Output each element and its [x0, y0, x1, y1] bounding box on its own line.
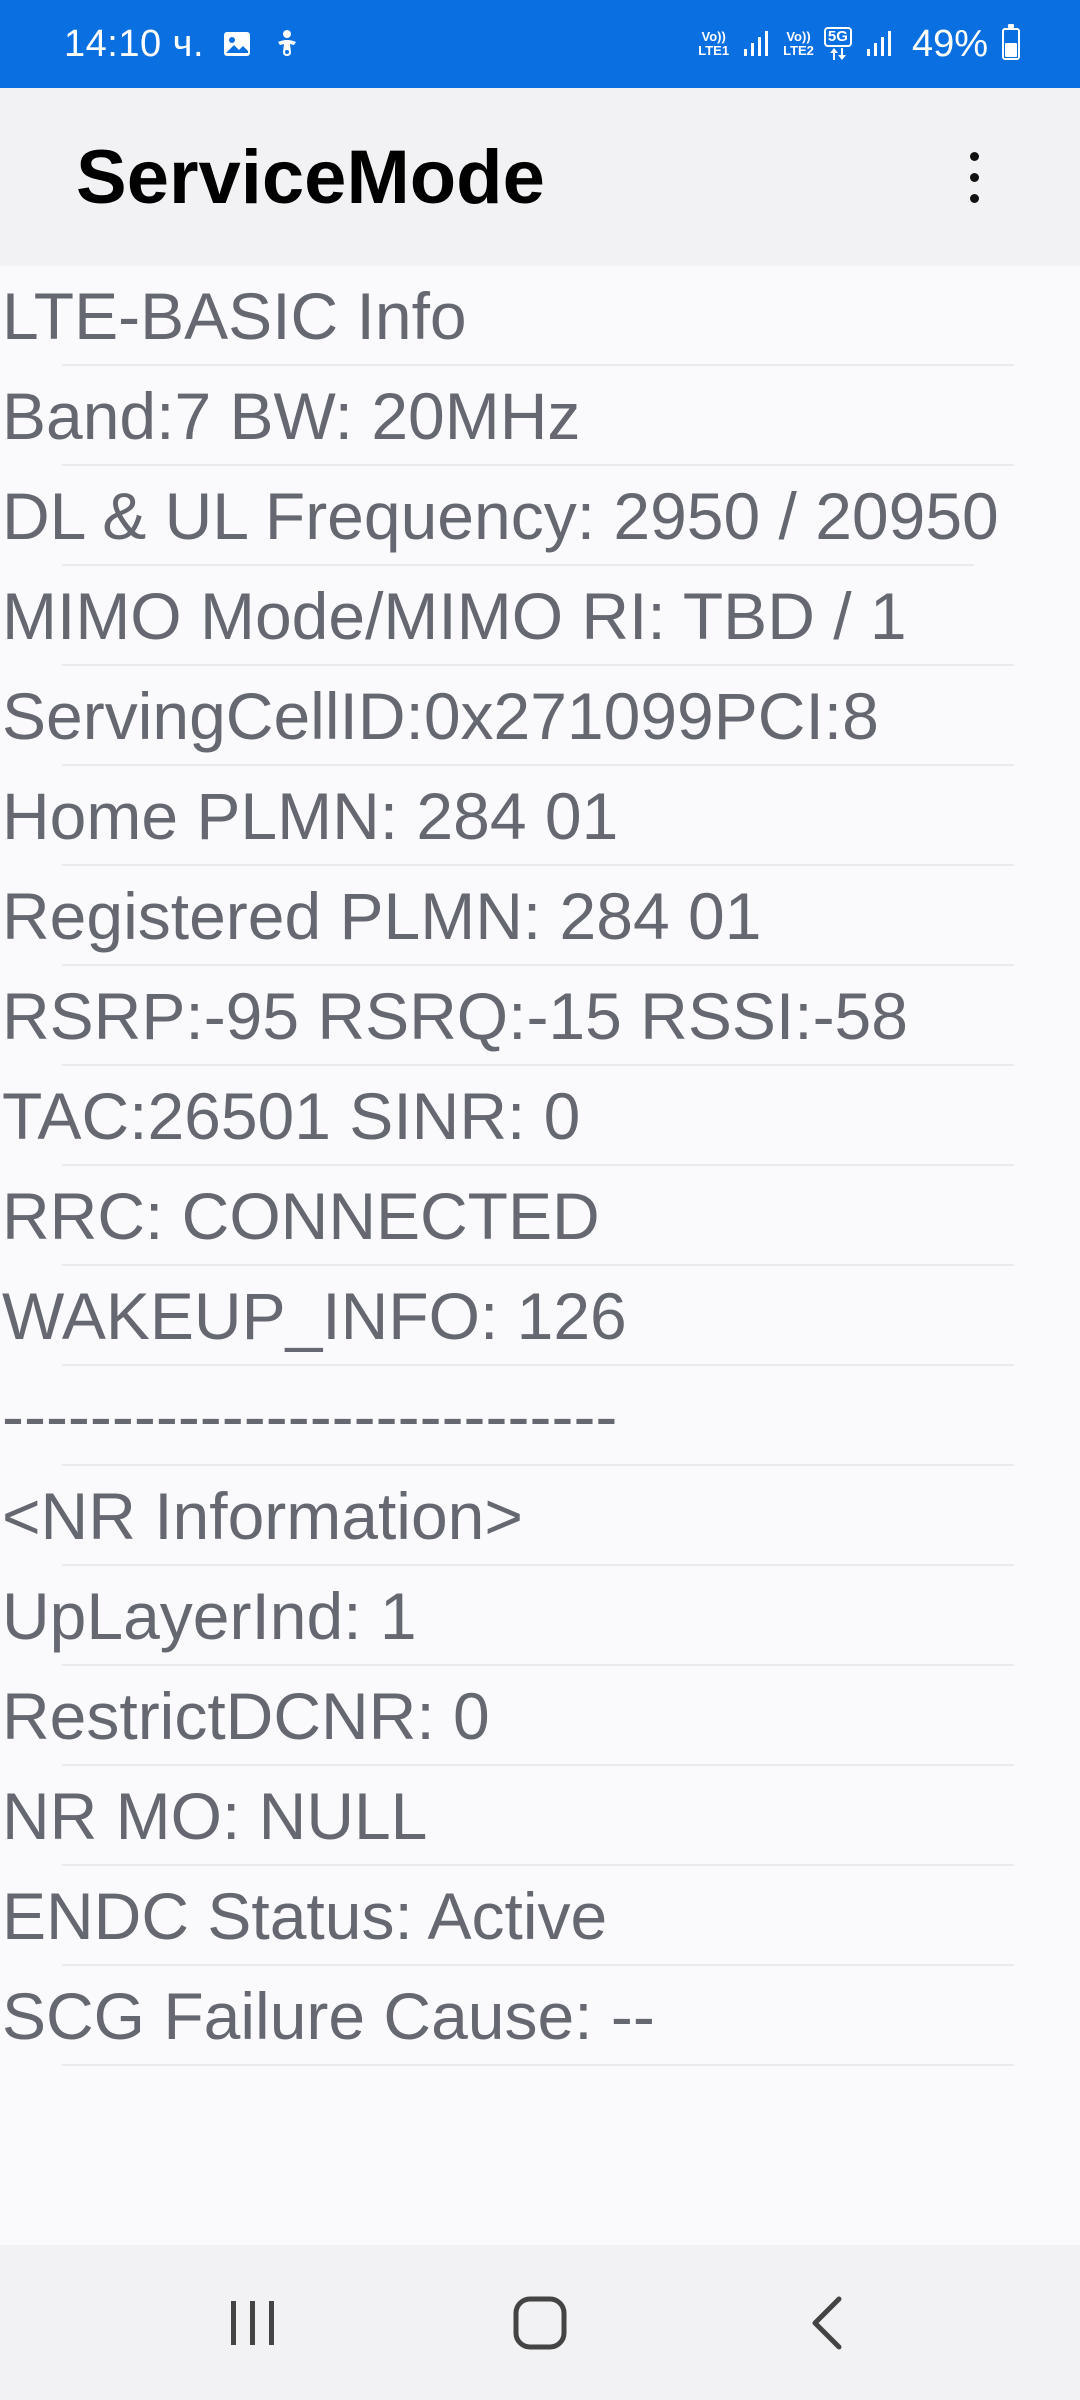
battery-icon [1002, 24, 1020, 60]
sim1-lte-label: LTE1 [698, 43, 730, 58]
sim2-volte-label: Vo)) [786, 29, 811, 44]
sim2-lte-label: LTE2 [783, 43, 814, 58]
accessibility-icon [270, 27, 304, 61]
status-bar: 14:10 ч. Vo)) LTE1 Vo)) LTE2 5G 49% [0, 0, 1080, 88]
info-row: WAKEUP_INFO: 126 [0, 1266, 1080, 1366]
info-row: NR MO: NULL [0, 1766, 1080, 1866]
5g-badge: 5G [823, 27, 852, 47]
info-row: SCG Failure Cause: -- [0, 1966, 1080, 2066]
sim1-volte-label: Vo)) [701, 29, 726, 44]
info-row: RRC: CONNECTED [0, 1166, 1080, 1266]
app-bar: ServiceMode [0, 88, 1080, 266]
info-row: MIMO Mode/MIMO RI: TBD / 1 [0, 566, 1080, 666]
navigation-bar [0, 2245, 1080, 2400]
back-icon[interactable] [757, 2263, 897, 2383]
gallery-icon [220, 27, 254, 61]
info-row: Band:7 BW: 20MHz [0, 366, 1080, 466]
battery-level-fill [1005, 43, 1017, 57]
info-row: ---------------------------- [0, 1366, 1080, 1466]
info-row: RestrictDCNR: 0 [0, 1666, 1080, 1766]
signal-icon [739, 27, 773, 61]
info-row: ENDC Status: Active [0, 1866, 1080, 1966]
info-row: TAC:26501 SINR: 0 [0, 1066, 1080, 1166]
sim1-network-label: Vo)) LTE1 [698, 30, 729, 58]
info-row: Home PLMN: 284 01 [0, 766, 1080, 866]
data-activity-icon [829, 48, 846, 60]
service-info-list[interactable]: LTE-BASIC Info Band:7 BW: 20MHz DL & UL Fr… [0, 266, 1080, 2245]
info-row: <NR Information> [0, 1466, 1080, 1566]
home-icon[interactable] [470, 2263, 610, 2383]
info-row: Registered PLMN: 284 01 [0, 866, 1080, 966]
more-vert-icon[interactable] [944, 127, 1004, 227]
network-type-indicator: 5G [823, 27, 852, 61]
info-row: DL & UL Frequency: 2950 / 20950 [0, 466, 1040, 566]
info-row: RSRP:-95 RSRQ:-15 RSSI:-58 [0, 966, 1080, 1066]
status-right: Vo)) LTE1 Vo)) LTE2 5G 49% [698, 23, 1020, 66]
page-title: ServiceMode [76, 134, 545, 220]
sim2-network-label: Vo)) LTE2 [783, 30, 814, 58]
recent-apps-icon[interactable] [183, 2263, 323, 2383]
signal-icon-sim2 [862, 27, 896, 61]
info-row: UpLayerInd: 1 [0, 1566, 1080, 1666]
battery-percent: 49% [911, 22, 988, 65]
info-row: ServingCellID:0x271099PCI:8 [0, 666, 1080, 766]
status-time: 14:10 ч. [64, 22, 205, 65]
info-row: LTE-BASIC Info [0, 266, 1080, 366]
status-left: 14:10 ч. [64, 23, 304, 66]
